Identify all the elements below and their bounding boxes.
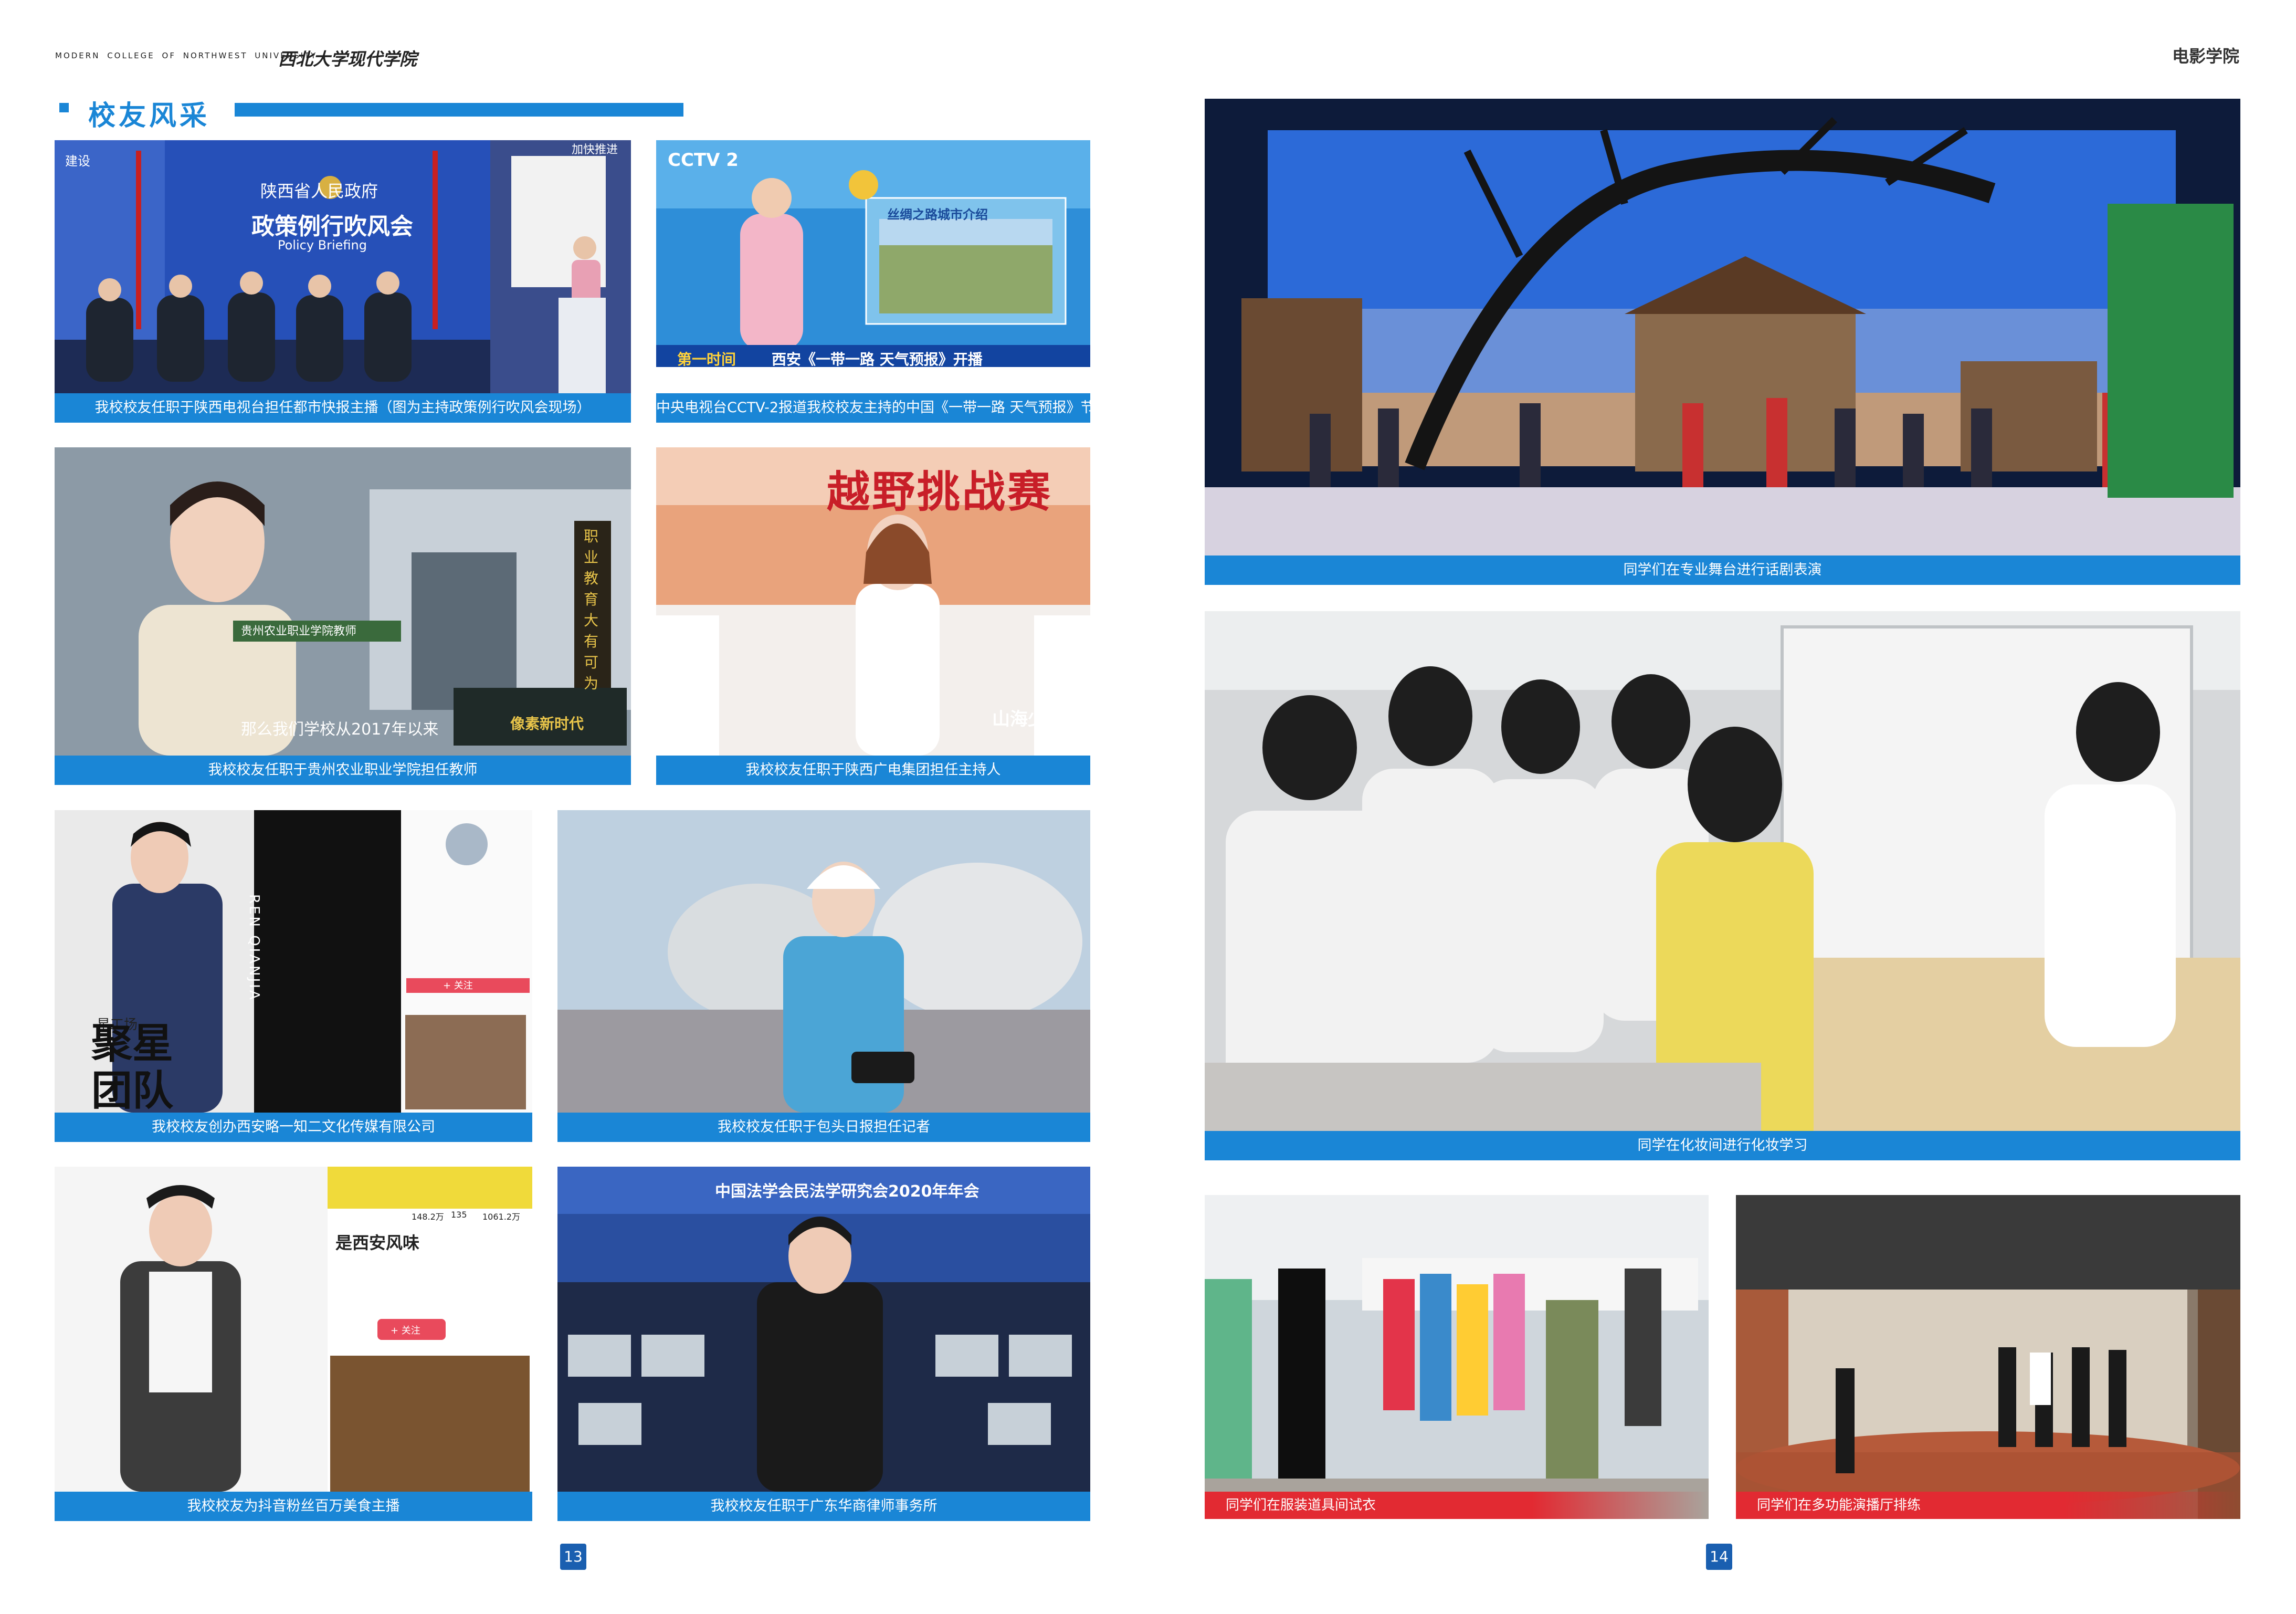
photo-caption: 我校校友任职于陕西电视台担任都市快报主播（图为主持政策例行吹风会现场） <box>55 393 631 423</box>
follow-button-label: + 关注 <box>443 980 473 991</box>
photo-caption: 我校校友创办西安略一知二文化传媒有限公司 <box>55 1113 532 1142</box>
costume-scene-image <box>1205 1195 1709 1519</box>
college-name-cn: 西北大学现代学院 <box>278 49 417 69</box>
nameplate: 贵州农业职业学院教师 <box>241 625 357 638</box>
photo-offroad-host: 越野挑战赛 山海少年 我校校友任职于陕西广电集团担任主持人 <box>656 447 1090 785</box>
photo-caption: 我校校友任职于广东华商律师事务所 <box>557 1492 1090 1521</box>
event-banner: 越野挑战赛 <box>827 467 1053 517</box>
photo-caption: 我校校友任职于陕西广电集团担任主持人 <box>656 756 1090 785</box>
page-number-left: 13 <box>560 1544 586 1570</box>
board-title: 陕西省人民政府 <box>260 181 378 201</box>
poster-big-title: 聚星团队 <box>91 1020 174 1115</box>
follow-button-label: + 关注 <box>391 1325 420 1336</box>
title-square-marker <box>59 103 69 112</box>
profile-name: 是西安风味 <box>335 1233 420 1253</box>
photo-studio-rehearsal: 同学们在多功能演播厅排练 <box>1736 1195 2240 1519</box>
section-title: 校友风采 <box>88 100 210 132</box>
vertical-slogan: 职业教育大有可为 <box>584 528 599 692</box>
photo-stage-drama: 同学们在专业舞台进行话剧表演 <box>1205 99 2240 585</box>
studio-scene-image <box>1736 1195 2240 1519</box>
channel-logo: CCTV 2 <box>668 150 739 171</box>
photo-caption: 同学在化妆间进行化妆学习 <box>1205 1131 2240 1160</box>
screen-side-text: 加快推进 <box>572 143 618 156</box>
photo-caption: 我校校友为抖音粉丝百万美食主播 <box>55 1492 532 1521</box>
photo-media-founder: REN QIANJIA 星工场 聚星团队 + 关注 我校校友创办西安略一知二文化… <box>55 810 532 1142</box>
ticker-headline: 西安《一带一路 天气预报》开播 <box>772 351 983 368</box>
board-side-text: 建设 <box>65 154 90 169</box>
photo-cctv-weather: CCTV 2 丝绸之路城市介绍 第一时间 西安《一带一路 天气预报》开播 中央电… <box>656 140 1090 423</box>
page-number-right: 14 <box>1706 1544 1732 1570</box>
board-subtitle: 政策例行吹风会 <box>251 213 413 240</box>
photo-caption: 同学们在专业舞台进行话剧表演 <box>1205 556 2240 585</box>
profile-stat-likes: 148.2万 <box>412 1212 444 1222</box>
reporter-scene-image <box>557 810 1090 1113</box>
photo-guizhou-teacher: 贵州农业职业学院教师 那么我们学校从2017年以来 职业教育大有可为 像素新时代… <box>55 447 631 785</box>
photo-anchor-briefing: 陕西省人民政府 政策例行吹风会 Policy Briefing 建设 加快推进 … <box>55 140 631 423</box>
lawfirm-scene-image <box>557 1167 1090 1492</box>
makeup-scene-image <box>1205 611 2240 1160</box>
photo-caption: 我校校友任职于包头日报担任记者 <box>557 1113 1090 1142</box>
department-label: 电影学院 <box>2172 46 2240 66</box>
poster-english-name: REN QIANJIA <box>246 894 262 1002</box>
teacher-scene-image <box>55 447 631 756</box>
photo-food-blogger: 是西安风味 148.2万 135 1061.2万 + 关注 我校校友为抖音粉丝百… <box>55 1167 532 1521</box>
photo-reporter: 我校校友任职于包头日报担任记者 <box>557 810 1090 1142</box>
photo-caption: 中央电视台CCTV-2报道我校校友主持的中国《一带一路 天气预报》节目 <box>656 393 1090 423</box>
bottom-slogan: 像素新时代 <box>510 715 584 732</box>
profile-stat-fans: 1061.2万 <box>482 1212 520 1222</box>
board-english: Policy Briefing <box>278 238 367 253</box>
conference-banner: 中国法学会民法学研究会2020年年会 <box>715 1182 980 1201</box>
event-corner-text: 山海少年 <box>992 709 1063 730</box>
photo-law-firm: 中国法学会民法学研究会2020年年会 我校校友任职于广东华商律师事务所 <box>557 1167 1090 1521</box>
title-underline-bar <box>235 103 683 117</box>
photo-caption: 同学们在多功能演播厅排练 <box>1736 1492 2240 1519</box>
photo-makeup-room: 同学在化妆间进行化妆学习 <box>1205 611 2240 1160</box>
photo-caption: 同学们在服装道具间试衣 <box>1205 1492 1709 1519</box>
ticker-tag: 第一时间 <box>677 351 736 368</box>
stage-scene-image <box>1205 99 2240 585</box>
photo-costume-room: 同学们在服装道具间试衣 <box>1205 1195 1709 1519</box>
subtitle-line: 那么我们学校从2017年以来 <box>241 720 439 739</box>
profile-stat-following: 135 <box>451 1210 467 1220</box>
photo-caption: 我校校友任职于贵州农业职业学院担任教师 <box>55 756 631 785</box>
weather-panel-title: 丝绸之路城市介绍 <box>887 207 988 222</box>
